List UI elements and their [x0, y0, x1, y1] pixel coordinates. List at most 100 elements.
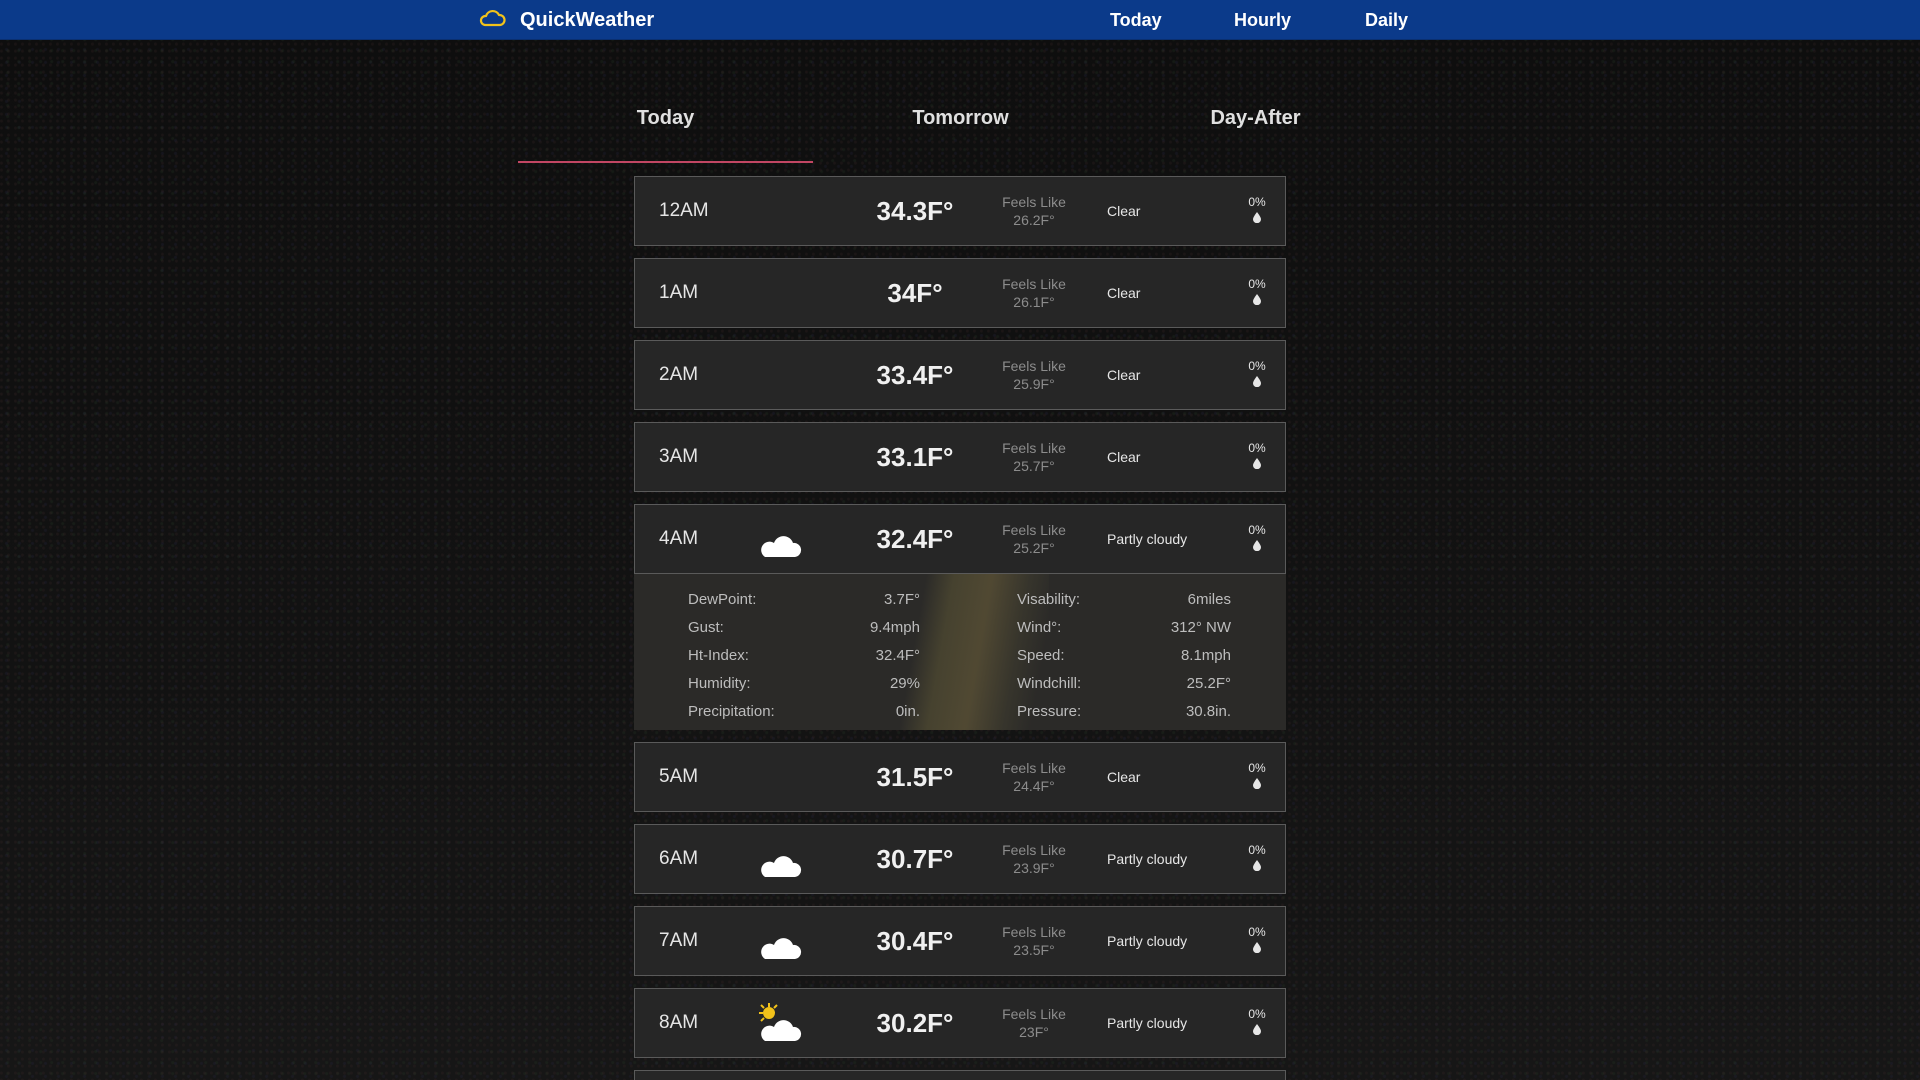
hour-row[interactable]: 4AM 32.4F° Feels Like 25.2F° Partly cloudy 0%	[634, 504, 1286, 574]
precipitation-chance: 0%	[1245, 277, 1269, 305]
hour-condition: Clear	[1107, 769, 1141, 785]
precipitation-chance: 0%	[1245, 523, 1269, 551]
hour-condition: Clear	[1107, 285, 1141, 301]
hour-row[interactable]: 6AM 30.7F° Feels Like 23.9F° Partly cloudy 0%	[634, 824, 1286, 894]
moon-icon	[755, 189, 805, 235]
feels-like-value: 25.7F°	[1013, 458, 1055, 474]
detail-value: 25.2F°	[1186, 675, 1231, 692]
hour-temperature: 32.4F°	[876, 524, 954, 554]
precipitation-chance: 0%	[1245, 843, 1269, 871]
feels-like-value: 23F°	[1019, 1024, 1049, 1040]
detail-item: Wind°: 312° NW	[1017, 614, 1231, 642]
detail-label: Windchill:	[1017, 675, 1082, 692]
hour-time: 3AM	[659, 446, 699, 467]
hour-time: 8AM	[659, 1012, 699, 1033]
detail-value: 0in.	[895, 703, 920, 720]
raindrop-icon	[1245, 942, 1269, 953]
feels-like-value: 24.4F°	[1013, 778, 1055, 794]
detail-item: Pressure: 30.8in.	[1017, 698, 1231, 726]
precipitation-value: 0%	[1248, 441, 1266, 455]
detail-item: Speed: 8.1mph	[1017, 642, 1231, 670]
hour-condition: Clear	[1107, 203, 1141, 219]
feels-like: Feels Like 25.2F°	[979, 521, 1089, 557]
detail-item: Humidity: 29%	[688, 670, 920, 698]
detail-value: 3.7F°	[883, 591, 920, 608]
feels-like-value: 25.9F°	[1013, 376, 1055, 392]
precipitation-value: 0%	[1248, 1007, 1266, 1021]
nav-daily[interactable]: Daily	[1365, 10, 1408, 31]
raindrop-icon	[1245, 1024, 1269, 1035]
feels-like: Feels Like 24.4F°	[979, 759, 1089, 795]
detail-value: 8.1mph	[1180, 647, 1231, 664]
cloud-icon	[478, 7, 506, 34]
detail-label: Visability:	[1017, 591, 1081, 608]
hour-time: 12AM	[659, 200, 709, 221]
hour-row[interactable]: 8AM 30.2F° Feels Like 23F° Partly cloudy 0%	[634, 988, 1286, 1058]
feels-like-value: 23.9F°	[1013, 860, 1055, 876]
moon-cloud-icon	[755, 837, 805, 883]
hour-row[interactable]: 5AM 31.5F° Feels Like 24.4F° Clear 0%	[634, 742, 1286, 812]
moon-icon	[755, 435, 805, 481]
detail-label: Wind°:	[1017, 619, 1062, 636]
precipitation-value: 0%	[1248, 761, 1266, 775]
tab-today[interactable]: Today	[518, 95, 813, 163]
moon-icon	[755, 353, 805, 399]
moon-icon	[755, 755, 805, 801]
hour-condition: Partly cloudy	[1107, 1015, 1188, 1031]
precipitation-chance: 0%	[1245, 359, 1269, 387]
detail-label: Ht-Index:	[688, 647, 749, 664]
feels-like-label: Feels Like	[1002, 842, 1066, 858]
hour-time: 1AM	[659, 282, 699, 303]
hour-time: 5AM	[659, 766, 699, 787]
feels-like: Feels Like 25.9F°	[979, 357, 1089, 393]
nav-hourly[interactable]: Hourly	[1234, 10, 1291, 31]
hour-row[interactable]: 2AM 33.4F° Feels Like 25.9F° Clear 0%	[634, 340, 1286, 410]
hour-temperature: 33.1F°	[876, 442, 954, 472]
moon-cloud-icon	[755, 517, 805, 563]
precipitation-chance: 0%	[1245, 761, 1269, 789]
tab-day-after[interactable]: Day-After	[1108, 95, 1403, 163]
detail-label: Precipitation:	[688, 703, 775, 720]
hour-time: 2AM	[659, 364, 699, 385]
detail-value: 9.4mph	[869, 619, 920, 636]
hour-condition: Partly cloudy	[1107, 851, 1188, 867]
precipitation-value: 0%	[1248, 277, 1266, 291]
feels-like: Feels Like 23.5F°	[979, 923, 1089, 959]
detail-value: 312° NW	[1170, 619, 1231, 636]
detail-item: Ht-Index: 32.4F°	[688, 642, 920, 670]
day-tabs: Today Tomorrow Day-After	[518, 95, 1402, 163]
detail-item: Gust: 9.4mph	[688, 614, 920, 642]
feels-like-label: Feels Like	[1002, 1006, 1066, 1022]
raindrop-icon	[1245, 540, 1269, 551]
detail-value: 29%	[889, 675, 920, 692]
nav-today[interactable]: Today	[1110, 10, 1162, 31]
hour-row[interactable]: 12AM 34.3F° Feels Like 26.2F° Clear 0%	[634, 176, 1286, 246]
hour-temperature: 33.4F°	[876, 360, 954, 390]
precipitation-value: 0%	[1248, 843, 1266, 857]
hour-row[interactable]: 1AM 34F° Feels Like 26.1F° Clear 0%	[634, 258, 1286, 328]
hour-condition: Clear	[1107, 449, 1141, 465]
raindrop-icon	[1245, 458, 1269, 469]
hour-row[interactable]: 3AM 33.1F° Feels Like 25.7F° Clear 0%	[634, 422, 1286, 492]
top-navbar: QuickWeather Today Hourly Daily	[0, 0, 1920, 40]
feels-like: Feels Like 23.9F°	[979, 841, 1089, 877]
hour-temperature: 30.2F°	[876, 1008, 954, 1038]
detail-label: Humidity:	[688, 675, 751, 692]
feels-like-value: 25.2F°	[1013, 540, 1055, 556]
feels-like: Feels Like 26.1F°	[979, 275, 1089, 311]
precipitation-chance: 0%	[1245, 1007, 1269, 1035]
hour-condition: Partly cloudy	[1107, 933, 1188, 949]
precipitation-chance: 0%	[1245, 441, 1269, 469]
detail-value: 6miles	[1187, 591, 1231, 608]
tab-tomorrow[interactable]: Tomorrow	[813, 95, 1108, 163]
brand[interactable]: QuickWeather	[478, 0, 654, 40]
feels-like-value: 26.1F°	[1013, 294, 1055, 310]
feels-like-label: Feels Like	[1002, 440, 1066, 456]
hour-row[interactable]: 7AM 30.4F° Feels Like 23.5F° Partly cloudy 0%	[634, 906, 1286, 976]
detail-item: Precipitation: 0in.	[688, 698, 920, 726]
precipitation-chance: 0%	[1245, 195, 1269, 223]
hour-row[interactable]	[634, 1070, 1286, 1080]
hour-condition: Clear	[1107, 367, 1141, 383]
feels-like: Feels Like 25.7F°	[979, 439, 1089, 475]
feels-like: Feels Like 26.2F°	[979, 193, 1089, 229]
